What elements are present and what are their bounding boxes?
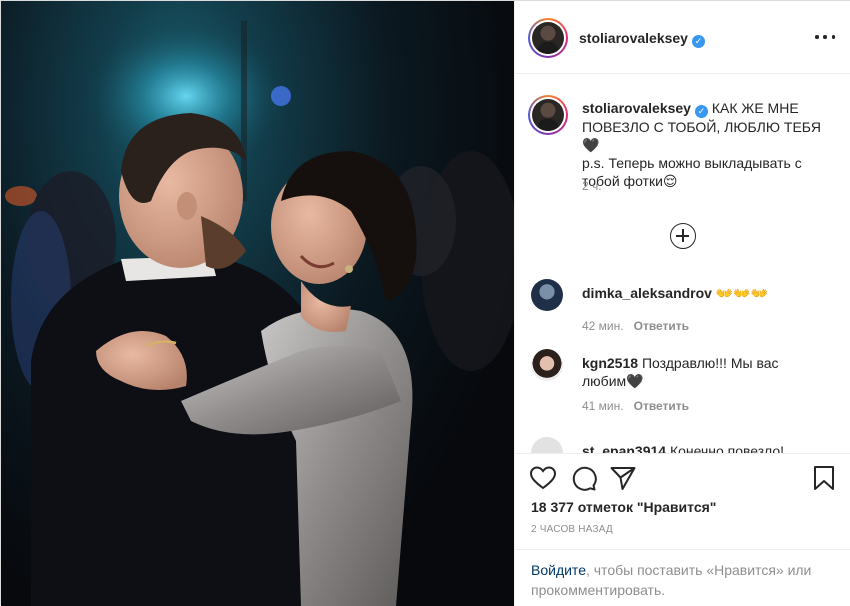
comment-avatar[interactable] bbox=[531, 349, 563, 381]
bookmark-icon[interactable] bbox=[810, 464, 838, 492]
caption-author-username[interactable]: stoliarovaleksey bbox=[582, 100, 691, 116]
caption-author-avatar[interactable] bbox=[528, 95, 568, 135]
author-username[interactable]: stoliarovaleksey ✓ bbox=[579, 30, 705, 48]
heart-icon[interactable] bbox=[529, 464, 557, 492]
reply-button[interactable]: Ответить bbox=[634, 399, 689, 413]
comment-body: Конечно повезло! bbox=[669, 443, 785, 453]
post-header: stoliarovaleksey ✓ bbox=[515, 1, 850, 74]
login-prompt: Войдите, чтобы поставить «Нравится» или … bbox=[515, 549, 850, 600]
instagram-post: stoliarovaleksey ✓ stoliarovaleksey ✓ КАК … bbox=[0, 0, 850, 606]
comment-icon[interactable] bbox=[569, 464, 597, 492]
comment-username[interactable]: st_epan3914 bbox=[582, 443, 666, 453]
reply-button[interactable]: Ответить bbox=[634, 319, 689, 333]
post-side-panel: stoliarovaleksey ✓ stoliarovaleksey ✓ КАК … bbox=[514, 1, 850, 606]
comment-time: 41 мин. bbox=[582, 399, 624, 413]
caption-text: stoliarovaleksey ✓ КАК ЖЕ МНЕ ПОВЕЗЛО С Т… bbox=[582, 99, 832, 190]
comment-username[interactable]: kgn2518 bbox=[582, 355, 638, 371]
load-more-comments-plus-icon[interactable] bbox=[670, 223, 696, 249]
author-username-text[interactable]: stoliarovaleksey bbox=[579, 30, 688, 46]
comment-time: 42 мин. bbox=[582, 319, 624, 333]
comment-avatar[interactable] bbox=[531, 279, 563, 311]
post-photo-illustration bbox=[5, 16, 514, 606]
author-avatar[interactable] bbox=[528, 18, 568, 58]
verified-badge-icon: ✓ bbox=[694, 105, 708, 118]
likes-count[interactable]: 18 377 отметок "Нравится" bbox=[531, 499, 716, 515]
caption-line-2: p.s. Теперь можно выкладывать с тобой фо… bbox=[582, 155, 802, 189]
more-options-icon[interactable] bbox=[815, 29, 835, 45]
comments-list: dimka_aleksandrov 👐👐👐 42 мин. Ответить kg… bbox=[515, 271, 850, 453]
comment-text: kgn2518 Поздравлю!!! Мы вас любим🖤 bbox=[582, 354, 822, 390]
verified-badge-icon: ✓ bbox=[691, 35, 705, 48]
caption-time: 2 ч. bbox=[582, 179, 602, 193]
comment-avatar[interactable] bbox=[531, 437, 563, 453]
comment-username[interactable]: dimka_aleksandrov bbox=[582, 285, 712, 301]
comment-meta: 41 мин. Ответить bbox=[582, 399, 689, 413]
post-actions: 18 377 отметок "Нравится" 2 ЧАСОВ НАЗАД … bbox=[515, 453, 850, 606]
comment-text: st_epan3914 Конечно повезло! bbox=[582, 442, 822, 453]
comment-text: dimka_aleksandrov 👐👐👐 bbox=[582, 284, 822, 302]
share-icon[interactable] bbox=[609, 464, 637, 492]
comment-meta: 42 мин. Ответить bbox=[582, 319, 689, 333]
comment-body: 👐👐👐 bbox=[715, 285, 769, 301]
login-link[interactable]: Войдите bbox=[531, 562, 586, 578]
post-photo[interactable] bbox=[1, 1, 514, 606]
posted-ago: 2 ЧАСОВ НАЗАД bbox=[531, 524, 613, 535]
